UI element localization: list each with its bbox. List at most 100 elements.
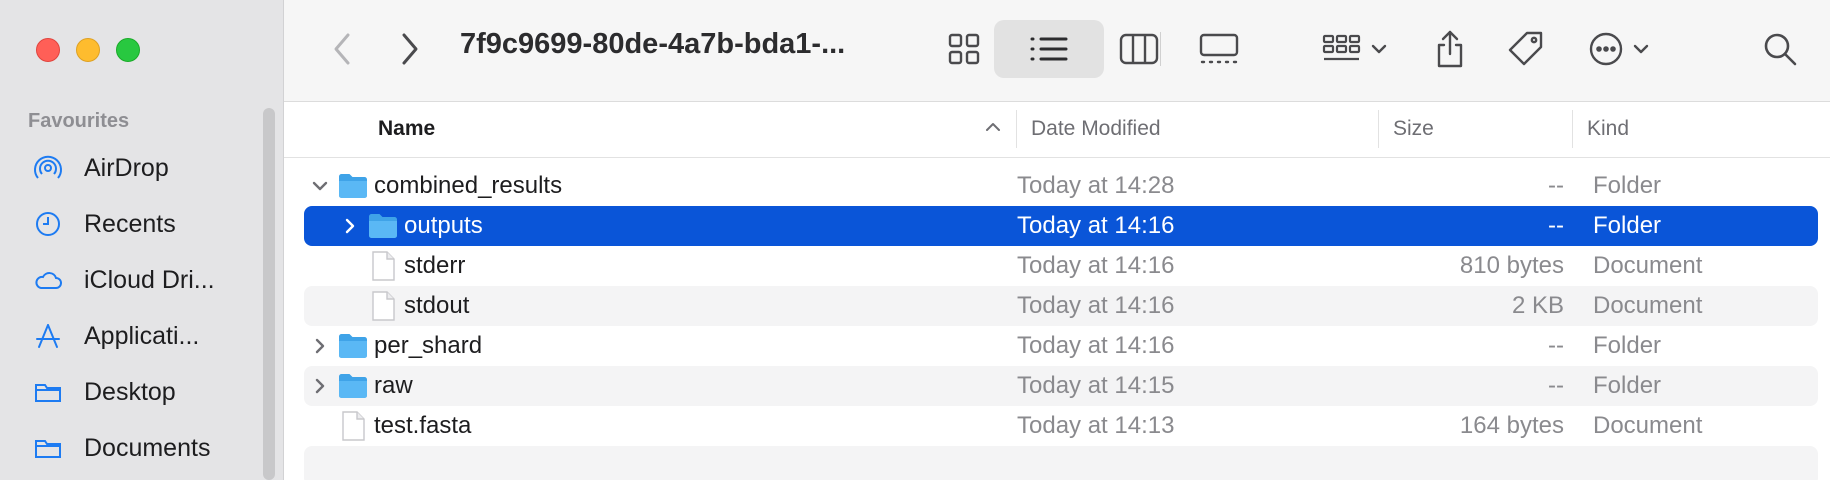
file-size: 810 bytes	[1459, 252, 1564, 279]
table-row[interactable]: raw Today at 14:15 -- Folder	[304, 366, 1818, 406]
chevron-right-icon	[402, 33, 418, 65]
table-row[interactable]: outputs Today at 14:16 -- Folder	[304, 206, 1818, 246]
column-header-name[interactable]: Name	[378, 117, 435, 141]
date-modified: Today at 14:16	[1017, 212, 1175, 239]
sidebar-item-label: Applicati...	[84, 321, 200, 350]
search-icon	[1764, 33, 1797, 66]
sidebar-item-icloud-drive[interactable]: iCloud Dri...	[0, 252, 262, 308]
icon-view-button[interactable]	[932, 20, 996, 78]
column-header-date-modified[interactable]: Date Modified	[1031, 117, 1161, 141]
sidebar-item-recents[interactable]: Recents	[0, 196, 262, 252]
table-row[interactable]: per_shard Today at 14:16 -- Folder	[304, 326, 1818, 366]
sidebar-item-airdrop[interactable]: AirDrop	[0, 140, 262, 196]
file-name: stderr	[404, 252, 466, 279]
folder-icon	[368, 211, 398, 241]
file-kind: Folder	[1593, 332, 1662, 359]
file-name: test.fasta	[374, 412, 472, 439]
group-icon	[1322, 34, 1361, 61]
table-row[interactable]: stderr Today at 14:16 810 bytes Document	[304, 246, 1818, 286]
file-size: 2 KB	[1511, 292, 1564, 319]
file-kind: Folder	[1593, 172, 1662, 199]
share-button[interactable]	[1420, 20, 1480, 78]
window-title: 7f9c9699-80de-4a7b-bda1-...	[460, 28, 846, 60]
file-name: combined_results	[374, 172, 563, 199]
more-actions-button[interactable]	[1574, 20, 1664, 78]
column-header-kind[interactable]: Kind	[1587, 117, 1629, 141]
disclosure-collapsed-icon[interactable]	[308, 374, 332, 398]
file-size: --	[1548, 212, 1564, 239]
toolbar: 7f9c9699-80de-4a7b-bda1-...	[284, 0, 1830, 102]
document-icon	[368, 251, 398, 281]
tag-button[interactable]	[1496, 20, 1556, 78]
sidebar-item-label: Desktop	[84, 377, 176, 406]
sidebar-scrollbar[interactable]	[263, 108, 275, 480]
table-header: Name Date Modified Size Kind	[284, 102, 1830, 158]
table-row[interactable]: combined_results Today at 14:28 -- Folder	[304, 166, 1818, 206]
chevron-down-icon	[1371, 44, 1387, 54]
applications-icon	[32, 320, 64, 352]
table-row[interactable]: stdout Today at 14:16 2 KB Document	[304, 286, 1818, 326]
disclosure-collapsed-icon[interactable]	[308, 334, 332, 358]
file-kind: Document	[1593, 252, 1703, 279]
disclosure-collapsed-icon[interactable]	[338, 214, 362, 238]
ellipsis-circle-icon	[1589, 32, 1623, 66]
file-kind: Document	[1593, 292, 1703, 319]
table-row[interactable]: test.fasta Today at 14:13 164 bytes Documen…	[304, 406, 1818, 446]
minimize-button[interactable]	[76, 38, 100, 62]
document-icon	[338, 411, 368, 441]
columns-icon	[1119, 33, 1159, 65]
window-controls	[36, 38, 140, 62]
folder-icon	[32, 432, 64, 464]
folder-icon	[32, 376, 64, 408]
sidebar-item-desktop[interactable]: Desktop	[0, 364, 262, 420]
file-size: --	[1548, 172, 1564, 199]
file-name: outputs	[404, 212, 483, 239]
column-divider[interactable]	[1016, 110, 1017, 148]
gallery-icon	[1199, 33, 1239, 64]
date-modified: Today at 14:16	[1017, 252, 1175, 279]
sort-ascending-icon	[986, 123, 1000, 131]
date-modified: Today at 14:28	[1017, 172, 1175, 199]
group-by-button[interactable]	[1310, 20, 1400, 78]
date-modified: Today at 14:16	[1017, 332, 1175, 359]
column-header-size[interactable]: Size	[1393, 117, 1434, 141]
list-icon	[1030, 37, 1068, 61]
folder-icon	[338, 371, 368, 401]
column-divider[interactable]	[1378, 110, 1379, 148]
sidebar-list: AirDrop Recents iCloud Dri... Applicati.…	[0, 140, 262, 476]
search-button[interactable]	[1750, 20, 1810, 78]
disclosure-expanded-icon[interactable]	[308, 174, 332, 198]
sidebar-item-label: AirDrop	[84, 153, 169, 182]
cloud-icon	[32, 264, 64, 296]
sidebar-item-label: iCloud Dri...	[84, 265, 215, 294]
sidebar-item-documents[interactable]: Documents	[0, 420, 262, 476]
column-divider[interactable]	[1572, 110, 1573, 148]
airdrop-icon	[32, 152, 64, 184]
table-body: combined_results Today at 14:28 -- Folder ou…	[284, 166, 1830, 480]
file-name: raw	[374, 372, 413, 399]
file-list: Name Date Modified Size Kind combined_re…	[284, 102, 1830, 480]
sidebar: Favourites AirDrop Recents iCloud Dri...…	[0, 0, 284, 480]
file-size: --	[1548, 372, 1564, 399]
zoom-button[interactable]	[116, 38, 140, 62]
clock-icon	[32, 208, 64, 240]
folder-icon	[338, 331, 368, 361]
toolbar-divider	[1160, 32, 1161, 66]
share-icon	[1437, 30, 1463, 68]
close-button[interactable]	[36, 38, 60, 62]
file-kind: Folder	[1593, 372, 1662, 399]
sidebar-item-label: Documents	[84, 433, 211, 462]
file-name: stdout	[404, 292, 470, 319]
file-size: --	[1548, 332, 1564, 359]
tag-icon	[1508, 31, 1543, 66]
empty-row	[304, 446, 1818, 480]
date-modified: Today at 14:13	[1017, 412, 1175, 439]
sidebar-item-applications[interactable]: Applicati...	[0, 308, 262, 364]
back-button[interactable]	[320, 20, 364, 78]
grid-icon	[948, 33, 980, 65]
sidebar-section-favourites: Favourites	[28, 110, 130, 132]
forward-button[interactable]	[388, 20, 432, 78]
file-name: per_shard	[374, 332, 483, 359]
gallery-view-button[interactable]	[1164, 20, 1274, 78]
document-icon	[368, 291, 398, 321]
